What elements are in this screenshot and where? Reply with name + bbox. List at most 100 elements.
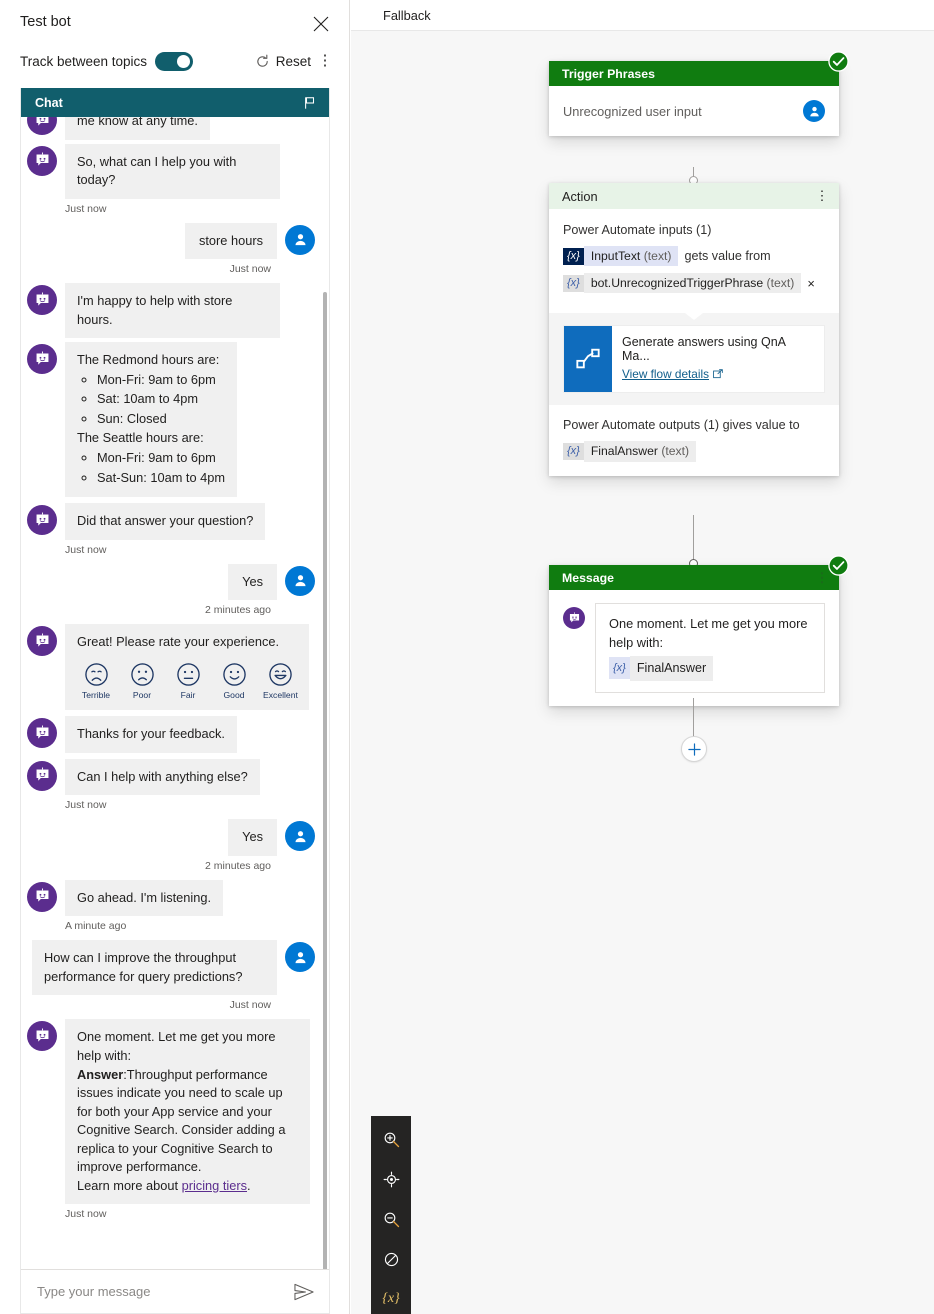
node-action[interactable]: Action ⋮ Power Automate inputs (1) {x} I… xyxy=(549,183,839,476)
chat-message-row: Can I help with anything else? xyxy=(27,758,315,796)
chat-message-row: me know at any time. xyxy=(27,117,315,140)
node-body-action-inputs: Power Automate inputs (1) {x} InputText … xyxy=(549,209,839,313)
chat-message-row: The Redmond hours are: Mon-Fri: 9am to 6… xyxy=(27,342,315,498)
rating-option-good[interactable]: Good xyxy=(217,662,251,701)
list-item: Sat-Sun: 10am to 4pm xyxy=(97,469,225,488)
user-avatar-icon xyxy=(285,565,315,596)
bot-avatar-icon xyxy=(27,117,57,135)
chat-message-row: Yes xyxy=(27,563,315,601)
variable-chip-name: FinalAnswer xyxy=(590,444,658,459)
node-body-trigger: Unrecognized user input xyxy=(549,86,839,136)
canvas-body[interactable]: Trigger Phrases Unrecognized user input … xyxy=(351,31,934,1314)
zoom-out-icon[interactable] xyxy=(377,1206,405,1232)
rating-label: Fair xyxy=(180,689,196,700)
connector-line xyxy=(693,698,694,739)
variables-icon[interactable]: {x} xyxy=(377,1286,405,1312)
answer-detail: Answer:Throughput performance issues ind… xyxy=(77,1066,298,1177)
zoom-in-icon[interactable] xyxy=(377,1126,405,1152)
pricing-tiers-link[interactable]: pricing tiers xyxy=(182,1178,247,1193)
chat-scrollbar[interactable] xyxy=(323,292,327,1269)
chat-header-title: Chat xyxy=(35,95,63,110)
learn-more-prefix: Learn more about xyxy=(77,1177,182,1193)
rating-prompt: Great! Please rate your experience. xyxy=(77,634,280,650)
user-avatar-icon xyxy=(285,224,315,255)
message-timestamp: Just now xyxy=(229,263,271,276)
chat-message-input[interactable] xyxy=(35,1283,286,1300)
bot-avatar-icon xyxy=(27,505,57,536)
rating-option-fair[interactable]: Fair xyxy=(171,662,205,701)
variable-chip-type: (text) xyxy=(766,276,795,291)
chat-bubble-answer: One moment. Let me get you more help wit… xyxy=(65,1019,310,1205)
close-icon[interactable] xyxy=(307,10,335,38)
chat-bubble: Thanks for your feedback. xyxy=(65,716,237,753)
remove-variable-icon[interactable]: × xyxy=(807,276,814,291)
node-more-options-button[interactable]: ⋮ xyxy=(815,571,829,584)
chat-message-row: Go ahead. I'm listening. xyxy=(27,879,315,917)
topic-name-label: Fallback xyxy=(383,7,431,23)
add-node-button[interactable] xyxy=(681,736,707,762)
face-good-icon xyxy=(217,662,251,687)
variable-chip-name: bot.UnrecognizedTriggerPhrase xyxy=(590,276,764,291)
trigger-phrase-text: Unrecognized user input xyxy=(563,103,702,119)
node-body-action-outputs: Power Automate outputs (1) gives value t… xyxy=(549,405,839,475)
reset-label: Reset xyxy=(275,53,311,69)
source-chip-line: {x} bot.UnrecognizedTriggerPhrase (text)… xyxy=(563,273,825,294)
variable-badge-icon: {x} xyxy=(563,274,584,292)
message-timestamp: 2 minutes ago xyxy=(205,859,271,872)
output-chip-line: {x} FinalAnswer (text) xyxy=(563,441,825,462)
bot-avatar-icon xyxy=(27,1021,57,1052)
track-between-topics-label: Track between topics xyxy=(20,53,148,69)
power-automate-inputs-label: Power Automate inputs (1) xyxy=(563,223,712,237)
notch-outputs xyxy=(685,405,703,413)
node-message[interactable]: Message ⋮ One moment. Let me get you mor… xyxy=(549,555,849,706)
variable-chip-finalanswer[interactable]: {x} FinalAnswer (text) xyxy=(563,441,697,462)
power-automate-flow-card[interactable]: Generate answers using QnA Ma... View fl… xyxy=(563,325,825,394)
rating-label: Excellent xyxy=(263,689,298,700)
rating-option-poor[interactable]: Poor xyxy=(125,662,159,701)
rating-option-terrible[interactable]: Terrible xyxy=(79,662,113,701)
variables-glyph: {x} xyxy=(382,1291,400,1306)
chat-message-list[interactable]: me know at any time. So, what can I help… xyxy=(21,117,329,1269)
chat-bubble-rating: Great! Please rate your experience. Terr… xyxy=(65,624,309,711)
variable-chip-unrecognized-trigger-phrase[interactable]: {x} bot.UnrecognizedTriggerPhrase (text) xyxy=(563,273,802,294)
rating-label: Good xyxy=(223,689,245,700)
view-flow-details-link[interactable]: View flow details xyxy=(622,367,723,381)
gets-value-from-label: gets value from xyxy=(684,249,771,264)
message-timestamp: Just now xyxy=(229,999,271,1012)
bot-avatar-icon xyxy=(27,881,57,912)
seattle-hours-list: Mon-Fri: 9am to 6pm Sat-Sun: 10am to 4pm xyxy=(77,449,225,487)
send-icon[interactable] xyxy=(286,1283,315,1301)
face-terrible-icon xyxy=(79,662,113,687)
fit-to-screen-icon[interactable] xyxy=(377,1166,405,1192)
message-timestamp: Just now xyxy=(65,543,107,556)
bot-avatar-icon xyxy=(27,344,57,375)
variable-chip-finalanswer[interactable]: {x} FinalAnswer xyxy=(609,655,714,681)
reset-button[interactable]: Reset xyxy=(255,54,311,69)
variable-badge-icon: {x} xyxy=(563,443,584,460)
input-chip-line: {x} InputText (text) gets value from xyxy=(563,246,825,267)
bot-avatar-icon xyxy=(563,607,585,629)
track-between-topics-toggle[interactable] xyxy=(155,51,194,71)
node-more-options-button[interactable]: ⋮ xyxy=(815,189,829,202)
rating-option-excellent[interactable]: Excellent xyxy=(263,662,298,701)
variable-chip-label: bot.UnrecognizedTriggerPhrase (text) xyxy=(583,273,802,294)
node-title: Action xyxy=(562,188,598,204)
flow-title: Generate answers using QnA Ma... xyxy=(622,335,786,364)
message-timestamp: Just now xyxy=(65,799,107,812)
node-trigger-phrases[interactable]: Trigger Phrases Unrecognized user input xyxy=(549,51,849,136)
variable-chip-label: FinalAnswer (text) xyxy=(583,441,697,462)
chat-bubble: me know at any time. xyxy=(65,117,210,140)
test-bot-more-button[interactable]: ⋮ xyxy=(315,53,335,68)
reset-view-icon[interactable] xyxy=(377,1246,405,1272)
message-timestamp: Just now xyxy=(65,202,107,215)
chat-bubble: Can I help with anything else? xyxy=(65,758,260,796)
chat-message-row: store hours xyxy=(27,222,315,260)
variable-chip-inputtext[interactable]: {x} InputText (text) xyxy=(563,246,679,267)
chat-bubble: I'm happy to help with store hours. xyxy=(65,283,280,339)
message-text-box[interactable]: One moment. Let me get you more help wit… xyxy=(595,603,825,693)
message-text: One moment. Let me get you more help wit… xyxy=(609,616,808,650)
flag-icon[interactable] xyxy=(303,96,317,110)
node-header-message: Message ⋮ xyxy=(549,565,839,590)
power-automate-outputs-label: Power Automate outputs (1) gives value t… xyxy=(563,418,800,433)
answer-intro: One moment. Let me get you more help wit… xyxy=(77,1029,276,1064)
